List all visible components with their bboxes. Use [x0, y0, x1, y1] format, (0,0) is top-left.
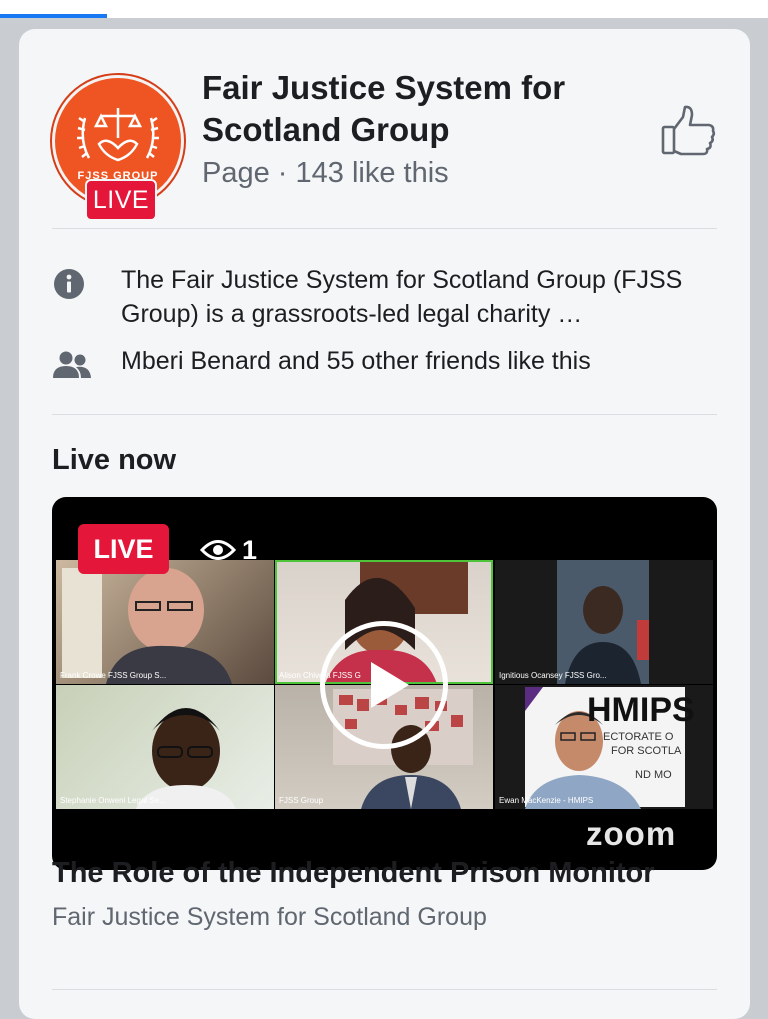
participant-name: Ewan MacKenzie - HMIPS — [499, 796, 594, 805]
live-now-heading: Live now — [52, 444, 177, 476]
active-tab-indicator — [0, 14, 107, 18]
video-title[interactable]: The Role of the Independent Prison Monit… — [52, 857, 752, 890]
participant-name: Frank Crowe FJSS Group S... — [60, 671, 167, 680]
page-meta: Page · 143 like this — [202, 157, 449, 189]
friends-text: Mberi Benard and 55 other friends like t… — [121, 347, 591, 375]
live-badge: LIVE — [78, 524, 169, 574]
page-card: FJSS GROUP LIVE Fair Justice System for … — [19, 29, 750, 1019]
participant-name: FJSS Group — [279, 796, 324, 805]
participant-tile: Frank Crowe FJSS Group S... — [56, 560, 274, 684]
thumbs-up-icon — [661, 105, 716, 156]
play-icon — [371, 662, 409, 708]
page-title[interactable]: Fair Justice System for Scotland Group — [202, 67, 632, 151]
people-icon — [52, 348, 92, 382]
participant-tile: Stephanie Onweni Legal Se... — [56, 685, 274, 809]
divider — [52, 989, 717, 990]
top-tab-bar — [0, 0, 768, 18]
divider — [52, 414, 717, 415]
viewer-count-value: 1 — [242, 535, 258, 565]
play-button[interactable] — [320, 621, 448, 749]
live-video-player[interactable]: Frank Crowe FJSS Group S... Alison Chive… — [52, 497, 717, 870]
participant-name: Ignitious Ocansey FJSS Gro... — [499, 671, 607, 680]
hmips-sign: HMIPS — [587, 691, 695, 729]
page-avatar[interactable]: FJSS GROUP LIVE — [52, 75, 184, 225]
hmips-sign-line: FOR SCOTLA — [611, 745, 682, 757]
avatar-live-badge: LIVE — [85, 179, 157, 221]
viewer-count: 1 — [200, 535, 257, 565]
info-icon — [52, 267, 92, 301]
divider — [52, 228, 717, 229]
hmips-sign-line: ECTORATE O — [603, 731, 674, 743]
about-text: The Fair Justice System for Scotland Gro… — [121, 266, 683, 328]
participant-tile: Ignitious Ocansey FJSS Gro... — [495, 560, 713, 684]
video-subtitle: Fair Justice System for Scotland Group — [52, 903, 487, 931]
like-button[interactable] — [659, 103, 719, 159]
zoom-logo: zoom — [586, 815, 677, 852]
hmips-sign-line: ND MO — [635, 769, 672, 781]
eye-icon — [200, 540, 236, 560]
participant-tile: HMIPS ECTORATE O FOR SCOTLA ND MO Ewan M… — [495, 685, 713, 809]
participant-name: Stephanie Onweni Legal Se... — [60, 796, 166, 805]
